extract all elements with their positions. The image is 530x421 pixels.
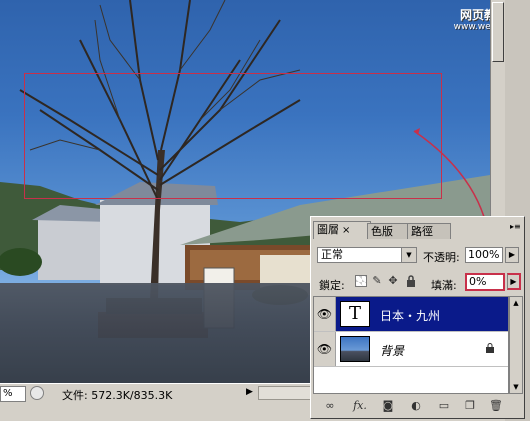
tab-label: 色版 [371, 225, 393, 238]
blend-mode-select[interactable]: 正常 ▼ [317, 247, 417, 263]
tab-label: 圖層 [317, 223, 339, 236]
folder-icon[interactable]: ▭ [437, 399, 451, 413]
trash-icon[interactable]: 🗑 [489, 399, 503, 413]
close-icon[interactable]: × [342, 225, 350, 236]
lock-move-icon[interactable]: ✥ [387, 275, 399, 287]
eye-icon[interactable]: 👁 [314, 297, 336, 331]
zoom-field[interactable]: % [0, 386, 26, 402]
fill-field[interactable]: 0% [465, 273, 505, 291]
panel-menu-icon[interactable]: ▸≡ [510, 221, 521, 233]
status-info-icon[interactable] [30, 386, 44, 400]
tab-channels[interactable]: 色版 [367, 223, 411, 239]
status-menu-arrow-icon[interactable]: ▶ [246, 387, 253, 397]
tab-paths[interactable]: 路徑 [407, 223, 451, 239]
eye-icon[interactable]: 👁 [314, 332, 336, 366]
opacity-field[interactable]: 100% [465, 247, 503, 263]
lock-paint-icon[interactable]: ✎ [371, 275, 383, 287]
chevron-down-icon[interactable]: ▼ [401, 248, 416, 262]
opacity-label: 不透明: [423, 251, 460, 264]
fill-slider-arrow-icon[interactable]: ▶ [507, 273, 521, 290]
layer-row-background[interactable]: 👁 背景 [314, 332, 508, 367]
layer-name[interactable]: 背景 [380, 342, 404, 359]
blend-mode-value: 正常 [321, 248, 343, 261]
layer-name[interactable]: 日本・九州 [380, 307, 440, 324]
mask-icon[interactable]: ◙ [381, 399, 395, 413]
opacity-slider-arrow-icon[interactable]: ▶ [505, 247, 519, 263]
background-layer-thumbnail [340, 336, 370, 362]
scroll-down-icon[interactable]: ▼ [511, 382, 521, 392]
lock-all-icon[interactable] [405, 275, 417, 287]
layers-footer: ∞ fx. ◙ ◐ ▭ ❐ 🗑 [313, 397, 521, 415]
layer-list-scrollbar[interactable]: ▲ ▼ [509, 296, 523, 394]
lock-label: 鎖定: [319, 279, 345, 292]
new-layer-icon[interactable]: ❐ [463, 399, 477, 413]
document-info: 文件: 572.3K/835.3K [62, 389, 173, 402]
fill-label: 填滿: [431, 279, 457, 292]
tab-layers[interactable]: 圖層 × [313, 221, 371, 239]
layer-list: 👁 T 日本・九州 👁 背景 [313, 296, 509, 394]
tab-label: 路徑 [411, 225, 433, 238]
lock-icon [486, 343, 494, 353]
layer-row-text[interactable]: 👁 T 日本・九州 [314, 297, 508, 332]
fx-icon[interactable]: fx. [349, 399, 371, 413]
text-selection-box[interactable] [24, 73, 442, 199]
scrollbar-thumb[interactable] [492, 2, 504, 62]
text-layer-thumbnail: T [340, 301, 370, 327]
lock-transparency-icon[interactable] [355, 275, 367, 287]
adjustment-icon[interactable]: ◐ [409, 399, 423, 413]
layers-panel: 圖層 × 色版 路徑 ▸≡ 正常 ▼ 不透明: 100% ▶ 鎖定: ✎ ✥ 填滿… [310, 216, 525, 419]
scroll-up-icon[interactable]: ▲ [511, 298, 521, 308]
link-icon[interactable]: ∞ [323, 399, 337, 413]
